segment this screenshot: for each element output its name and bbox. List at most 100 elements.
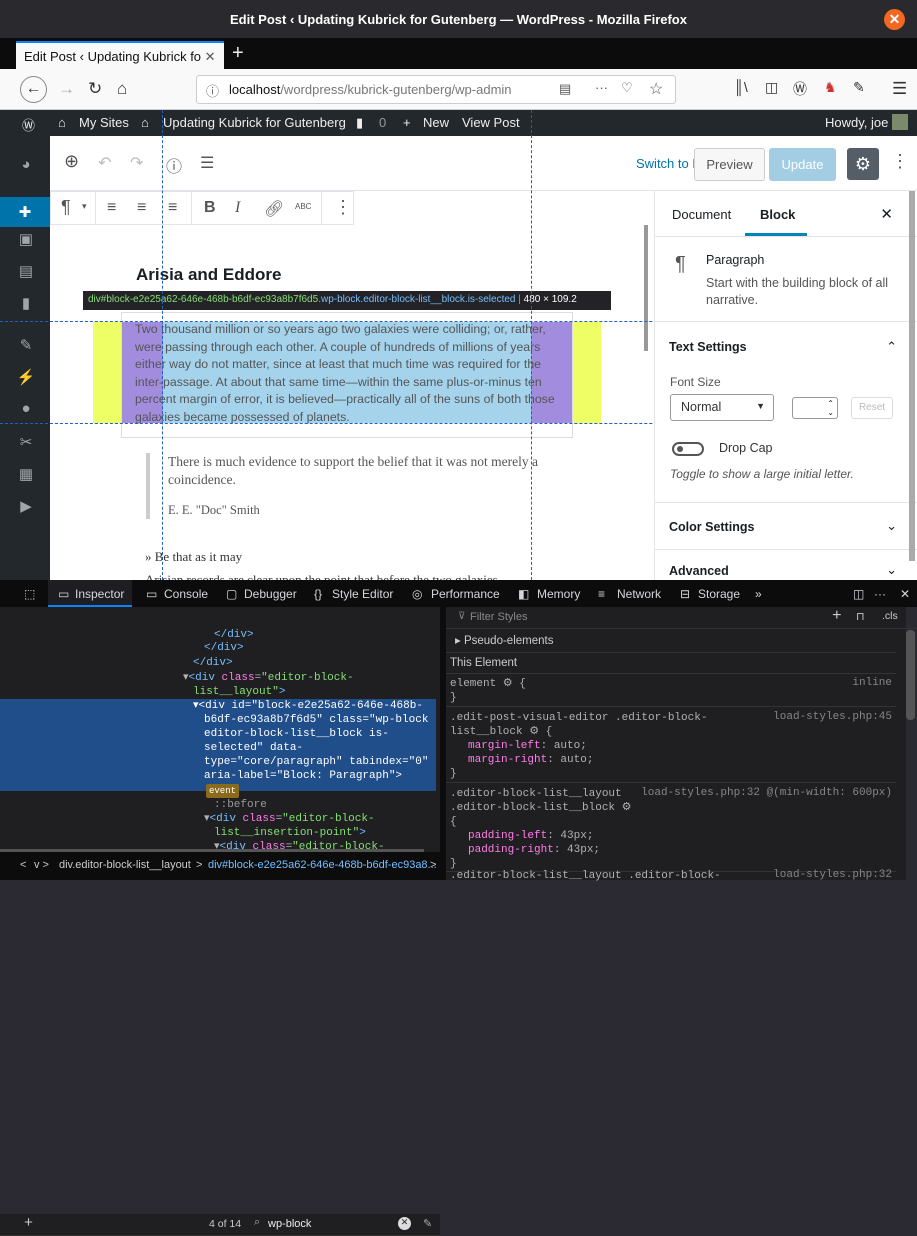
align-right-icon[interactable]: ≡ xyxy=(168,199,177,217)
dashboard-icon[interactable]: ◕ xyxy=(16,156,36,176)
selected-markup-line[interactable]: b6df-ec93a8b7f6d5" class="wp-block xyxy=(204,713,428,727)
markup-line[interactable]: ▾<div class="editor-block- xyxy=(183,671,354,685)
menu-icon[interactable]: ☰ xyxy=(892,79,907,99)
collapse-menu-icon[interactable]: ▶ xyxy=(16,497,36,517)
reload-button[interactable]: ↻ xyxy=(88,79,102,99)
rule-source[interactable]: load-styles.php:32 @(min-width: 600px) xyxy=(641,787,892,799)
rule-source[interactable]: inline xyxy=(852,677,892,689)
post-heading[interactable]: Arisia and Eddore xyxy=(136,265,281,285)
preview-button[interactable]: Preview xyxy=(694,148,765,181)
home-button[interactable]: ⌂ xyxy=(117,79,127,99)
rule-selector[interactable]: element ⚙ { xyxy=(450,677,526,691)
avatar[interactable] xyxy=(892,114,908,130)
eyedropper-icon[interactable]: ✎ xyxy=(423,1217,432,1231)
paragraph-next[interactable]: Arisian records are clear upon the point… xyxy=(145,572,565,580)
chevron-down-icon[interactable]: ⌄ xyxy=(886,518,897,534)
selected-markup-line[interactable]: aria-label="Block: Paragraph"> xyxy=(204,769,402,783)
reset-button[interactable]: Reset xyxy=(851,397,893,419)
back-button[interactable]: ← xyxy=(20,76,47,103)
wordpress-extension-icon[interactable]: Ⓦ xyxy=(793,79,807,99)
link-icon[interactable]: 🔗︎ xyxy=(264,199,284,219)
new-tab-button[interactable]: + xyxy=(232,42,244,65)
rules-scrollbar[interactable] xyxy=(906,630,915,720)
my-sites-link[interactable]: My Sites xyxy=(79,115,129,130)
markup-line[interactable]: list__insertion-point"> xyxy=(214,826,366,840)
devtools-menu-icon[interactable]: ··· xyxy=(874,587,886,601)
comments-count[interactable]: 0 xyxy=(379,115,386,130)
dock-icon[interactable]: ◫ xyxy=(853,587,864,601)
text-settings-heading[interactable]: Text Settings xyxy=(669,340,747,354)
bookmark-star-icon[interactable]: ☆ xyxy=(649,79,663,99)
library-icon[interactable]: ║\ xyxy=(734,79,748,95)
my-sites-icon[interactable]: ⌂ xyxy=(58,115,66,130)
selected-markup-line[interactable]: selected" data- xyxy=(204,741,303,755)
tab-network[interactable]: Network xyxy=(617,587,661,601)
info-icon[interactable]: ⓘ xyxy=(206,81,219,100)
pocket-icon[interactable]: ♡ xyxy=(621,80,633,96)
tab-console[interactable]: Console xyxy=(164,587,208,601)
reader-mode-icon[interactable]: ▤ xyxy=(559,81,571,97)
tab-storage[interactable]: Storage xyxy=(698,587,740,601)
more-tools-icon[interactable]: » xyxy=(755,587,762,601)
sidebar-icon[interactable]: ◫ xyxy=(765,79,778,96)
stepper-icon[interactable]: ⌃ ⌄ xyxy=(827,399,834,417)
selected-markup-line[interactable]: editor-block-list__block is- xyxy=(204,727,389,741)
advanced-heading[interactable]: Advanced xyxy=(669,564,729,578)
page-actions-icon[interactable]: ··· xyxy=(595,80,608,95)
tab-style-editor[interactable]: Style Editor xyxy=(332,587,393,601)
rule-selector[interactable]: .editor-block-list__block ⚙ xyxy=(450,801,632,815)
bold-icon[interactable]: B xyxy=(204,199,216,217)
drop-cap-toggle[interactable] xyxy=(672,442,704,456)
markup-line[interactable]: </div> xyxy=(214,628,254,642)
site-name-link[interactable]: Updating Kubrick for Gutenberg xyxy=(163,115,346,130)
strikethrough-icon[interactable]: ABC xyxy=(295,202,311,211)
paragraph-block[interactable]: Two thousand million or so years ago two… xyxy=(135,321,561,426)
posts-pin-icon[interactable]: ✚ xyxy=(0,197,50,227)
filter-styles-input[interactable]: Filter Styles xyxy=(470,611,527,623)
rule-declaration[interactable]: margin-left: auto; xyxy=(468,739,587,753)
extension-badge-icon[interactable]: ✎ xyxy=(853,79,865,96)
markup-line[interactable]: </div> xyxy=(204,641,244,655)
browser-tab[interactable]: Edit Post ‹ Updating Kubrick fo ✕ xyxy=(16,41,224,69)
url-bar[interactable]: ⓘ localhost/wordpress/kubrick-gutenberg/… xyxy=(196,75,676,104)
pages-icon[interactable]: ▤ xyxy=(16,262,36,282)
tab-document[interactable]: Document xyxy=(672,207,731,222)
tab-performance[interactable]: Performance xyxy=(431,587,500,601)
add-node-icon[interactable]: + xyxy=(24,1215,33,1232)
tab-debugger[interactable]: Debugger xyxy=(244,587,297,601)
markup-line[interactable]: </div> xyxy=(193,656,233,670)
canvas-scrollbar[interactable] xyxy=(644,225,648,351)
rule-declaration[interactable]: margin-right: auto; xyxy=(468,753,593,767)
breadcrumb-item-selected[interactable]: div#block-e2e25a62-646e-468b-b6df-ec93a8… xyxy=(208,859,437,871)
chevron-down-icon[interactable]: ⌄ xyxy=(886,562,897,578)
selected-markup-line[interactable]: ▾<div id="block-e2e25a62-646e-468b- xyxy=(193,699,423,713)
markup-line[interactable]: list__layout"> xyxy=(193,685,285,699)
howdy-user[interactable]: Howdy, joe xyxy=(825,115,888,130)
plugins-icon[interactable]: ⚡ xyxy=(16,368,36,388)
tools-icon[interactable]: ✂ xyxy=(16,433,36,453)
tab-memory[interactable]: Memory xyxy=(537,587,580,601)
redo-icon[interactable]: ↷ xyxy=(130,153,143,173)
chevron-up-icon[interactable]: ⌃ xyxy=(886,339,897,355)
pick-element-icon[interactable]: ⬚ xyxy=(24,587,35,601)
comments-icon[interactable]: ▮ xyxy=(356,115,363,131)
new-link[interactable]: New xyxy=(423,115,449,130)
rule-selector[interactable]: list__block ⚙ { xyxy=(450,725,552,739)
more-options-icon[interactable]: ⋮ xyxy=(334,197,352,218)
rule-selector[interactable]: .editor-block-list__layout .editor-block… xyxy=(450,869,721,883)
align-center-icon[interactable]: ≡ xyxy=(137,199,146,217)
chevron-down-icon[interactable]: ▾ xyxy=(82,201,87,212)
rule-source[interactable]: load-styles.php:32 xyxy=(773,869,892,881)
quote-block[interactable]: There is much evidence to support the be… xyxy=(146,453,546,519)
close-sidebar-icon[interactable]: ✕ xyxy=(880,205,893,223)
settings-gear-icon[interactable]: ⚙ xyxy=(847,148,879,180)
print-media-icon[interactable]: ⊓ xyxy=(856,610,865,624)
breadcrumb-item[interactable]: div.editor-block-list__layout xyxy=(59,859,191,871)
align-left-icon[interactable]: ≡ xyxy=(107,199,116,217)
info-icon[interactable]: ⓘ xyxy=(166,153,182,177)
breadcrumb-left-icon[interactable]: < xyxy=(20,859,26,871)
selected-markup-line[interactable]: type="core/paragraph" tabindex="0" xyxy=(204,755,428,769)
italic-icon[interactable]: I xyxy=(235,199,240,217)
add-block-icon[interactable]: ⊕ xyxy=(64,151,79,172)
close-devtools-icon[interactable]: ✕ xyxy=(900,587,910,601)
